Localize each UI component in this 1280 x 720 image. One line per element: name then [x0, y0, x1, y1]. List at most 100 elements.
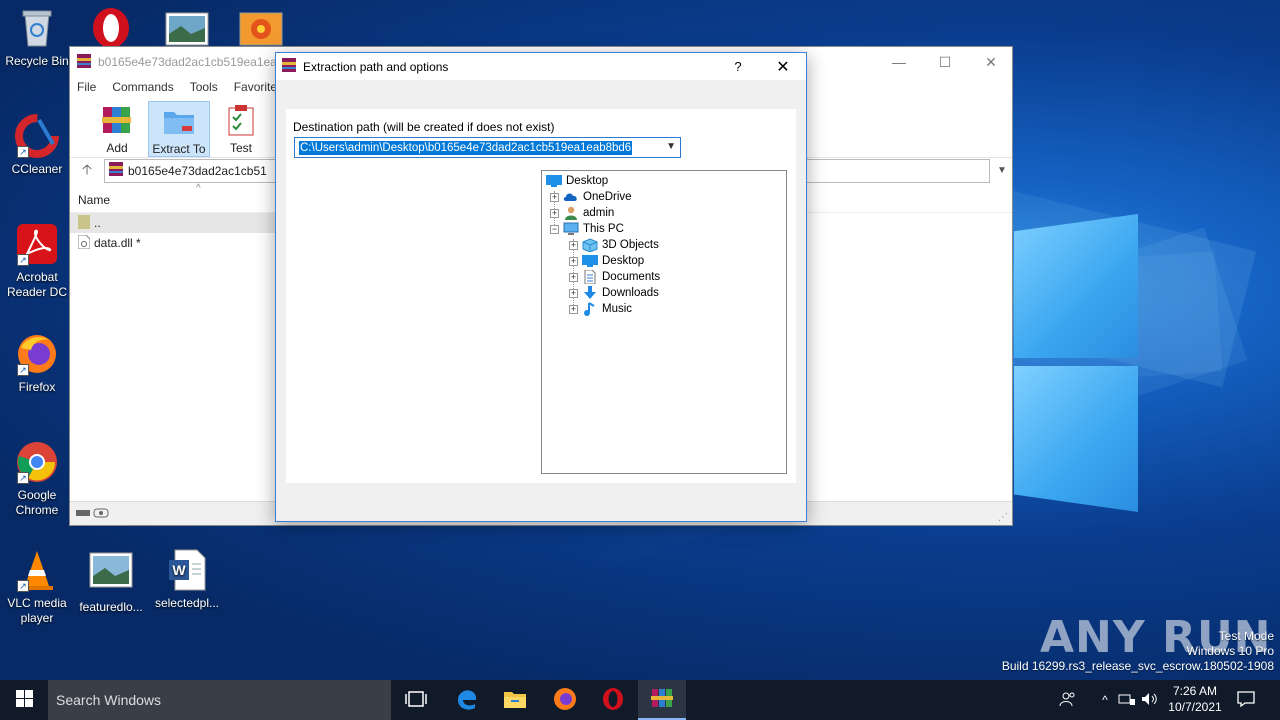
up-arrow-icon[interactable]: 🡡: [70, 159, 104, 183]
download-arrow-icon: [582, 286, 598, 300]
tree-item-3d-objects[interactable]: + 3D Objects: [569, 237, 659, 253]
chevron-down-icon[interactable]: ▼: [666, 141, 676, 152]
desktop-icon-firefox[interactable]: ↗ Firefox: [0, 332, 74, 395]
desktop-icon-opera[interactable]: [74, 4, 148, 52]
volume-icon[interactable]: [1138, 692, 1162, 709]
watermark-line: Build 16299.rs3_release_svc_escrow.18050…: [1001, 659, 1274, 673]
taskbar-winrar[interactable]: [638, 680, 686, 720]
folder-tree: Desktop + OneDrive + admin − This PC + 3…: [541, 170, 787, 474]
tree-item-documents[interactable]: + Documents: [569, 269, 660, 285]
desktop-icon-featuredlo[interactable]: featuredlo...: [74, 552, 148, 615]
desktop-icon-recycle-bin[interactable]: Recycle Bin: [0, 6, 74, 69]
file-name: data.dll *: [94, 236, 141, 250]
column-name-label: Name: [78, 192, 111, 207]
acrobat-icon: ↗: [15, 222, 59, 266]
tree-item-label: admin: [583, 207, 615, 219]
tree-item-label: Desktop: [602, 255, 645, 267]
chrome-icon: ↗: [15, 440, 59, 484]
expand-icon[interactable]: +: [569, 304, 578, 314]
tree-item-label: Music: [602, 303, 633, 315]
task-view-button[interactable]: [392, 680, 440, 720]
collapse-icon[interactable]: −: [550, 224, 559, 234]
tree-item-music[interactable]: + Music: [569, 301, 632, 317]
extract-to-button[interactable]: Extract To: [148, 101, 210, 157]
desktop-icon-acrobat[interactable]: ↗ Acrobat Reader DC: [0, 222, 74, 300]
maximize-button[interactable]: ☐: [922, 47, 968, 77]
tree-item-label: Downloads: [602, 287, 659, 299]
window-title: b0165e4e73dad2ac1cb519ea1eab8...: [98, 55, 301, 69]
toolbar-label: Extract To: [152, 142, 206, 156]
desktop-icon-selectedpl[interactable]: W selectedpl...: [150, 548, 224, 611]
tree-item-this-pc[interactable]: − This PC: [550, 221, 624, 237]
tree-item-admin[interactable]: + admin: [550, 205, 614, 221]
desktop-icon-label: Google Chrome: [15, 488, 59, 517]
winrar-icon: [650, 686, 674, 713]
opera-icon: [601, 687, 625, 714]
taskbar-file-explorer[interactable]: [491, 680, 539, 720]
taskbar-clock[interactable]: 7:26 AM 10/7/2021: [1160, 683, 1230, 715]
notification-icon: [1237, 690, 1255, 710]
tree-item-downloads[interactable]: + Downloads: [569, 285, 659, 301]
desktop-icon-vlc[interactable]: ↗ VLC media player: [0, 548, 74, 626]
desktop-icon-ccleaner[interactable]: ↗ CCleaner: [0, 114, 74, 177]
menu-commands[interactable]: Commands: [112, 80, 173, 94]
svg-text:W: W: [172, 562, 186, 578]
menu-tools[interactable]: Tools: [190, 80, 218, 94]
expand-icon[interactable]: +: [569, 272, 578, 282]
start-button[interactable]: [0, 680, 48, 720]
winrar-small-icon: [109, 162, 123, 179]
word-document-icon: W: [165, 548, 209, 592]
onedrive-cloud-icon: [563, 190, 579, 204]
taskbar-firefox[interactable]: [541, 680, 589, 720]
tree-item-onedrive[interactable]: + OneDrive: [550, 189, 632, 205]
ccleaner-icon: ↗: [15, 114, 59, 158]
vlc-cone-icon: ↗: [15, 548, 59, 592]
desktop-icon-label: Firefox: [18, 380, 56, 394]
chevron-up-icon[interactable]: ^: [1094, 693, 1116, 707]
desktop-icon-label: featuredlo...: [79, 600, 143, 614]
taskbar-edge[interactable]: [443, 680, 491, 720]
tree-item-label: This PC: [583, 223, 624, 235]
destination-path-combo[interactable]: C:\Users\admin\Desktop\b0165e4e73dad2ac1…: [294, 137, 681, 158]
expand-icon[interactable]: +: [550, 192, 559, 202]
list-item[interactable]: ..: [70, 213, 276, 233]
windows-logo-icon: [15, 690, 33, 710]
destination-path-label: Destination path (will be created if doe…: [293, 120, 555, 134]
folder-icon: [503, 689, 527, 712]
dialog-close-button[interactable]: ✕: [760, 53, 806, 80]
tree-item-desktop[interactable]: + Desktop: [569, 253, 644, 269]
shortcut-arrow-icon: ↗: [17, 472, 29, 484]
expand-icon[interactable]: +: [569, 256, 578, 266]
test-button[interactable]: Test: [210, 101, 272, 157]
edge-icon: [455, 687, 479, 714]
taskbar-opera[interactable]: [589, 680, 637, 720]
tree-item-label: OneDrive: [583, 191, 632, 203]
chevron-down-icon[interactable]: ▼: [992, 165, 1012, 176]
close-button[interactable]: ✕: [968, 47, 1014, 77]
expand-icon[interactable]: +: [569, 240, 578, 250]
expand-icon[interactable]: +: [569, 288, 578, 298]
watermark-line: Windows 10 Pro: [1186, 644, 1274, 658]
people-icon[interactable]: [1056, 691, 1080, 710]
computer-icon: [563, 222, 579, 236]
wallpaper-logo-pane: [1014, 366, 1138, 512]
add-button[interactable]: Add: [86, 101, 148, 157]
music-note-icon: [582, 302, 598, 316]
taskbar-search-box[interactable]: Search Windows: [48, 680, 391, 720]
resize-grip-icon[interactable]: ⋰: [998, 512, 1008, 523]
desktop-icon-chrome[interactable]: ↗ Google Chrome: [0, 440, 74, 518]
desktop-icon-label: selectedpl...: [154, 596, 220, 610]
desktop-icon-label: VLC media player: [7, 596, 67, 625]
tree-item-label: Desktop: [566, 175, 609, 187]
network-icon[interactable]: [1116, 692, 1138, 709]
action-center-button[interactable]: [1226, 680, 1266, 720]
add-archive-icon: [100, 103, 134, 137]
folder-extract-icon: [162, 104, 196, 138]
help-button[interactable]: ?: [726, 53, 750, 80]
menu-file[interactable]: File: [77, 80, 96, 94]
tree-item-desktop-root[interactable]: Desktop: [546, 173, 608, 189]
expand-icon[interactable]: +: [550, 208, 559, 218]
firefox-icon: [553, 687, 577, 714]
clock-date: 10/7/2021: [1168, 700, 1222, 714]
minimize-button[interactable]: —: [876, 47, 922, 77]
